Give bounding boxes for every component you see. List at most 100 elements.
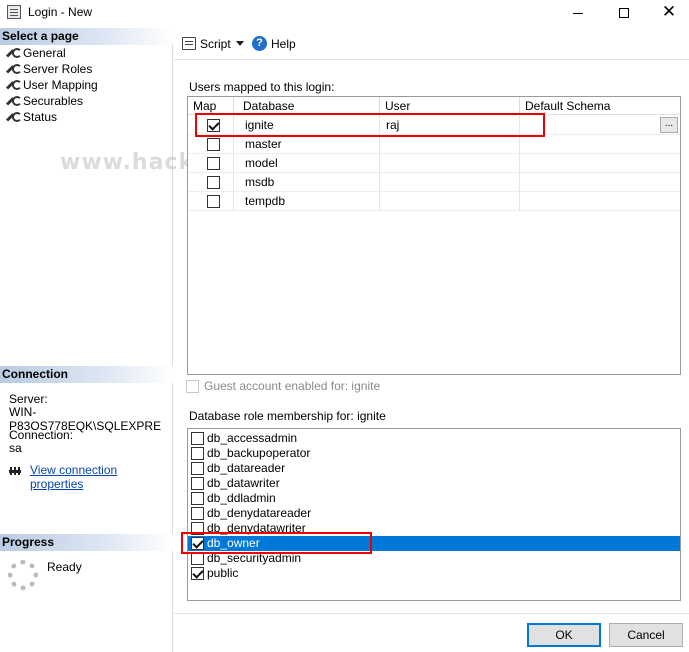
schema-cell[interactable]	[520, 135, 680, 154]
table-row[interactable]: tempdb	[188, 192, 680, 211]
list-item[interactable]: db_securityadmin	[188, 551, 680, 566]
role-checkbox[interactable]	[191, 567, 204, 580]
role-checkbox[interactable]	[191, 507, 204, 520]
close-button[interactable]: ✕	[646, 0, 689, 26]
role-checkbox[interactable]	[191, 522, 204, 535]
column-separator	[519, 97, 520, 115]
wrench-icon	[6, 95, 22, 108]
map-cell[interactable]	[188, 173, 234, 192]
role-name: db_owner	[207, 536, 260, 550]
page-label: Securables	[23, 94, 84, 108]
page-item-status[interactable]: Status	[6, 109, 57, 125]
map-cell[interactable]	[188, 192, 234, 211]
column-header-database: Database	[243, 99, 295, 113]
page-item-user-mapping[interactable]: User Mapping	[6, 77, 98, 93]
database-cell: master	[234, 135, 380, 154]
guest-account-checkbox[interactable]	[186, 380, 199, 393]
list-item[interactable]: db_ddladmin	[188, 491, 680, 506]
window-title: Login - New	[28, 5, 93, 19]
role-checkbox[interactable]	[191, 537, 204, 550]
ok-button[interactable]: OK	[527, 623, 601, 647]
connection-properties-icon	[9, 465, 23, 477]
connection-header: Connection	[0, 366, 173, 383]
table-row[interactable]: model	[188, 154, 680, 173]
list-item[interactable]: db_denydatawriter	[188, 521, 680, 536]
schema-cell[interactable]	[520, 116, 680, 135]
minimize-icon	[573, 12, 583, 14]
maximize-button[interactable]	[601, 0, 647, 26]
list-item[interactable]: public	[188, 566, 680, 581]
page-item-server-roles[interactable]: Server Roles	[6, 61, 92, 77]
schema-cell[interactable]	[520, 192, 680, 211]
map-cell[interactable]	[188, 154, 234, 173]
map-checkbox[interactable]	[207, 119, 220, 132]
column-header-user: User	[385, 99, 411, 113]
user-cell[interactable]: raj	[380, 116, 520, 135]
script-icon[interactable]	[182, 37, 196, 50]
schema-cell[interactable]	[520, 154, 680, 173]
list-item[interactable]: db_backupoperator	[188, 446, 680, 461]
table-row[interactable]: msdb	[188, 173, 680, 192]
user-cell[interactable]	[380, 192, 520, 211]
user-cell[interactable]	[380, 135, 520, 154]
wrench-icon	[6, 111, 22, 124]
app-icon	[7, 5, 21, 19]
map-checkbox[interactable]	[207, 195, 220, 208]
role-name: db_backupoperator	[207, 446, 311, 460]
help-icon[interactable]: ?	[252, 36, 267, 51]
connection-value: sa	[9, 441, 22, 455]
role-checkbox[interactable]	[191, 462, 204, 475]
page-label: General	[23, 46, 66, 60]
column-header-default-schema: Default Schema	[525, 99, 611, 113]
footer-divider	[174, 613, 689, 614]
list-item[interactable]: db_denydatareader	[188, 506, 680, 521]
map-cell[interactable]	[188, 116, 234, 135]
role-membership-list: db_accessadmin db_backupoperator db_data…	[187, 428, 681, 601]
table-row[interactable]: ignite raj ...	[188, 116, 680, 135]
schema-cell[interactable]	[520, 173, 680, 192]
schema-browse-button[interactable]: ...	[660, 117, 678, 133]
script-dropdown-icon[interactable]	[236, 41, 244, 46]
role-checkbox[interactable]	[191, 492, 204, 505]
wrench-icon	[6, 79, 22, 92]
view-connection-properties-link[interactable]: View connection properties	[30, 463, 172, 491]
wrench-icon	[6, 47, 22, 60]
role-checkbox[interactable]	[191, 477, 204, 490]
role-name: db_datawriter	[207, 476, 280, 490]
page-item-securables[interactable]: Securables	[6, 93, 83, 109]
progress-spinner-icon	[8, 560, 38, 590]
grid-header: Map Database User Default Schema	[188, 97, 680, 115]
column-separator	[233, 97, 234, 115]
user-cell[interactable]	[380, 154, 520, 173]
connection-label: Connection:	[9, 428, 74, 442]
list-item[interactable]: db_datawriter	[188, 476, 680, 491]
progress-header: Progress	[0, 534, 173, 551]
role-checkbox[interactable]	[191, 552, 204, 565]
map-checkbox[interactable]	[207, 157, 220, 170]
left-panel: Select a page General Server Roles User …	[0, 28, 173, 652]
role-name: public	[207, 566, 239, 580]
list-item[interactable]: db_datareader	[188, 461, 680, 476]
role-checkbox[interactable]	[191, 447, 204, 460]
maximize-icon	[619, 8, 629, 19]
minimize-button[interactable]	[555, 0, 601, 26]
role-name: db_denydatareader	[207, 506, 312, 520]
help-button[interactable]: Help	[271, 37, 296, 51]
map-checkbox[interactable]	[207, 176, 220, 189]
progress-status: Ready	[47, 560, 82, 574]
page-label: Status	[23, 110, 58, 124]
list-item[interactable]: db_accessadmin	[188, 431, 680, 446]
script-button[interactable]: Script	[200, 37, 231, 51]
role-checkbox[interactable]	[191, 432, 204, 445]
page-item-general[interactable]: General	[6, 45, 66, 61]
user-cell[interactable]	[380, 173, 520, 192]
table-row[interactable]: master	[188, 135, 680, 154]
database-cell: ignite	[234, 116, 380, 135]
users-mapped-label: Users mapped to this login:	[189, 80, 335, 94]
users-mapped-grid: Map Database User Default Schema ignite …	[187, 96, 681, 375]
map-cell[interactable]	[188, 135, 234, 154]
cancel-button[interactable]: Cancel	[609, 623, 683, 647]
list-item[interactable]: db_owner	[188, 536, 680, 551]
page-label: Server Roles	[23, 62, 93, 76]
map-checkbox[interactable]	[207, 138, 220, 151]
